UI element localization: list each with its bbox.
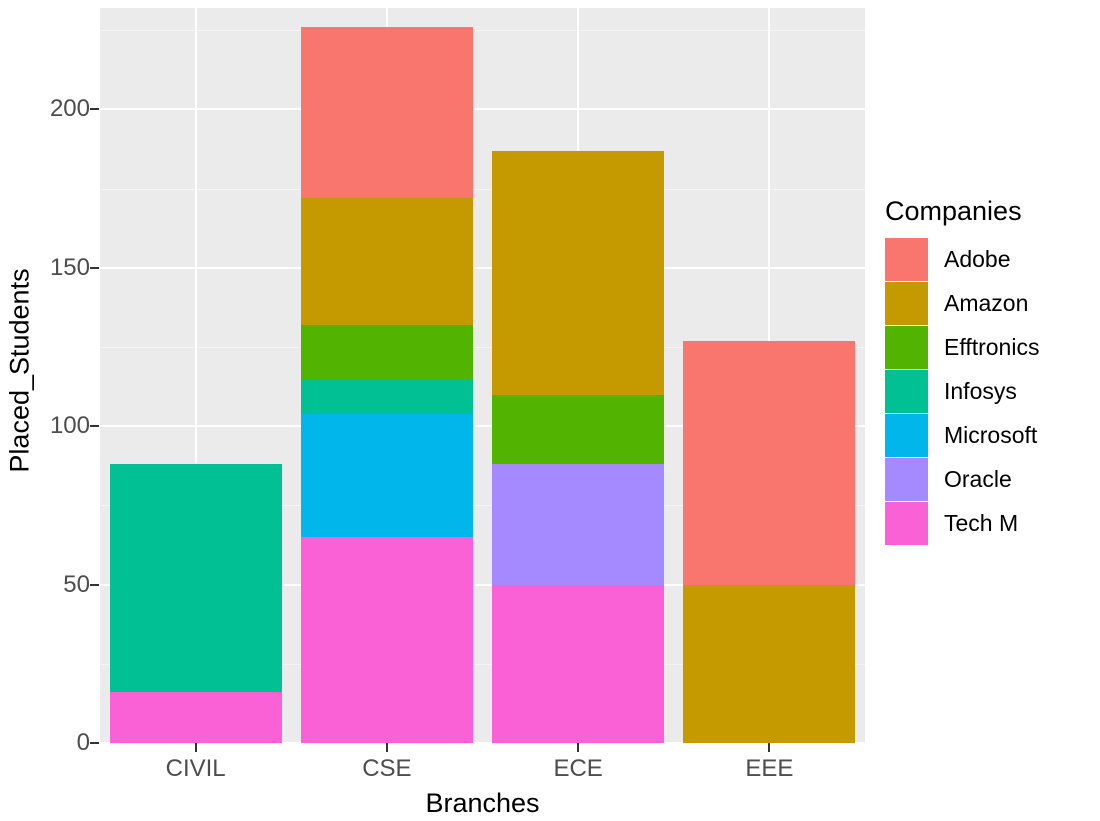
gridline-minor-y: [100, 188, 865, 190]
bar-segment[interactable]: [300, 324, 473, 379]
x-axis-tick-mark: [577, 743, 580, 752]
legend-item[interactable]: Adobe: [885, 237, 1095, 281]
x-axis-tick-labels: CIVIL CSE ECE EEE: [100, 755, 865, 789]
legend-item[interactable]: Tech M: [885, 501, 1095, 545]
bar-segment[interactable]: [109, 692, 282, 743]
bar-segment[interactable]: [683, 584, 856, 743]
plot-panel: [100, 8, 865, 743]
x-axis-tick-label: CIVIL: [165, 755, 226, 782]
x-axis-title: Branches: [425, 788, 540, 818]
y-axis-tick-label: 150: [49, 253, 90, 281]
x-axis-tick-marks: [100, 743, 865, 753]
y-axis-tick-label: 50: [63, 570, 90, 598]
legend-color-swatch: [885, 325, 928, 369]
bar-segment[interactable]: [300, 378, 473, 414]
gridline-minor-y: [100, 30, 865, 32]
bar-segment[interactable]: [492, 584, 665, 743]
y-axis-tick-mark: [90, 583, 99, 586]
legend-item-label: Microsoft: [944, 421, 1038, 448]
bar-segment[interactable]: [300, 537, 473, 743]
legend-color-swatch: [885, 369, 928, 413]
y-axis-tick-mark: [90, 425, 99, 428]
bar-segment[interactable]: [683, 340, 856, 585]
y-axis-tick-labels: 0 50 100 150 200: [34, 0, 90, 821]
bar-stack[interactable]: [109, 464, 282, 743]
x-axis-tick-label: EEE: [745, 755, 794, 782]
legend-item-label: Tech M: [944, 509, 1019, 536]
y-axis-tick-mark: [90, 266, 99, 269]
bar-segment[interactable]: [492, 464, 665, 585]
legend: Companies Adobe Amazon Efftronics Infosys Mi…: [885, 196, 1095, 545]
legend-item-label: Amazon: [944, 289, 1029, 316]
legend-item[interactable]: Microsoft: [885, 413, 1095, 457]
bar-segment[interactable]: [300, 198, 473, 325]
bar-segment[interactable]: [492, 394, 665, 465]
y-axis-tick-mark: [90, 742, 99, 744]
x-axis-tick-label: ECE: [553, 755, 603, 782]
x-axis-tick-label: CSE: [362, 755, 412, 782]
bar-segment[interactable]: [492, 150, 665, 395]
gridline-major-y: [100, 266, 865, 269]
legend-color-swatch: [885, 413, 928, 457]
y-axis-tick-label: 0: [76, 729, 90, 756]
legend-item[interactable]: Efftronics: [885, 325, 1095, 369]
bar-stack[interactable]: [300, 27, 473, 743]
legend-color-swatch: [885, 237, 928, 281]
legend-color-swatch: [885, 457, 928, 501]
bar-segment[interactable]: [300, 27, 473, 199]
x-axis-tick-mark: [385, 743, 388, 752]
legend-color-swatch: [885, 281, 928, 325]
bar-stack[interactable]: [492, 150, 665, 743]
y-axis-tick-marks: [90, 0, 100, 821]
y-axis-tick-label: 100: [49, 412, 90, 440]
bar-segment[interactable]: [300, 413, 473, 538]
legend-item-label: Oracle: [944, 465, 1012, 492]
stacked-bar-chart: Placed_Students 0 50 100 150 200 CIVIL CSE ECE…: [0, 0, 1100, 821]
x-axis-tick-mark: [194, 743, 197, 752]
legend-item[interactable]: Amazon: [885, 281, 1095, 325]
gridline-major-y: [100, 108, 865, 111]
legend-item[interactable]: Oracle: [885, 457, 1095, 501]
legend-item-label: Adobe: [944, 245, 1011, 272]
bar-stack[interactable]: [683, 340, 856, 743]
legend-item[interactable]: Infosys: [885, 369, 1095, 413]
y-axis-tick-label: 200: [49, 95, 90, 123]
legend-color-swatch: [885, 501, 928, 545]
legend-items: Adobe Amazon Efftronics Infosys Microsoft Ora…: [885, 237, 1095, 545]
legend-item-label: Efftronics: [944, 333, 1040, 360]
y-axis-title-text: Placed_Students: [4, 267, 35, 473]
bar-segment[interactable]: [109, 464, 282, 693]
legend-item-label: Infosys: [944, 377, 1017, 404]
x-axis-tick-mark: [768, 743, 771, 752]
legend-title: Companies: [885, 196, 1022, 226]
y-axis-tick-mark: [90, 108, 99, 111]
